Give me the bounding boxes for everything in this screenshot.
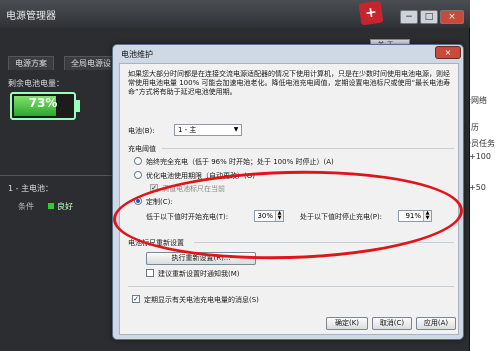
- cancel-button[interactable]: 取消(C): [372, 317, 412, 330]
- battery-label: 电池(B):: [128, 127, 155, 135]
- main-battery-label: 1 - 主电池：: [8, 184, 54, 193]
- close-button[interactable]: ×: [440, 10, 464, 24]
- condition-label: 条件: [18, 202, 34, 211]
- dialog-close-button[interactable]: ×: [435, 46, 461, 59]
- radio-always-full[interactable]: [134, 157, 142, 165]
- divider: [162, 148, 454, 149]
- option-always-full-label: 始终完全充电（低于 96% 时开始；处于 100% 时停止）(A): [146, 158, 334, 166]
- minimize-button[interactable]: −: [400, 10, 418, 24]
- description-text: 如果您大部分时间都是在连接交流电源适配器的情况下使用计算机，只是在少数时间使用电…: [128, 70, 451, 96]
- bg-text: +100: [469, 152, 491, 161]
- divider: [128, 286, 454, 287]
- dialog-title: 电池维护: [121, 50, 153, 59]
- tab-global-settings[interactable]: 全局电源设: [64, 56, 118, 70]
- charge-threshold-heading: 充电阈值: [128, 145, 156, 153]
- checkbox-show-message[interactable]: ✓: [132, 295, 140, 303]
- checkbox-recalibrate-notify[interactable]: [146, 269, 154, 277]
- divider: [0, 175, 120, 176]
- bg-text: +50: [469, 183, 486, 192]
- condition-value: 良好: [57, 202, 73, 211]
- battery-select-value: 1 - 主: [178, 126, 197, 134]
- window-controls: − □ ×: [398, 4, 464, 24]
- apply-button[interactable]: 应用(A): [416, 317, 456, 330]
- window-title: 电源管理器: [6, 11, 56, 22]
- ok-button[interactable]: 确定(K): [326, 317, 368, 330]
- restore-button[interactable]: □: [420, 10, 438, 24]
- show-message-label: 定期显示有关电池充电电量的消息(S): [144, 296, 259, 304]
- recalibrate-notify-label: 建议重新设置时通知我(M): [158, 270, 240, 278]
- status-good-icon: [48, 203, 54, 209]
- battery-logo-icon: +: [358, 0, 384, 26]
- chevron-down-icon: ▼: [233, 126, 239, 133]
- battery-percent: 73%: [28, 96, 58, 110]
- battery-select[interactable]: 1 - 主 ▼: [174, 124, 242, 136]
- tab-power-plan[interactable]: 电源方案: [8, 56, 54, 70]
- remaining-battery-label: 剩余电池电量：: [8, 79, 64, 88]
- battery-tip: [76, 100, 80, 112]
- radio-optimize[interactable]: [134, 171, 142, 179]
